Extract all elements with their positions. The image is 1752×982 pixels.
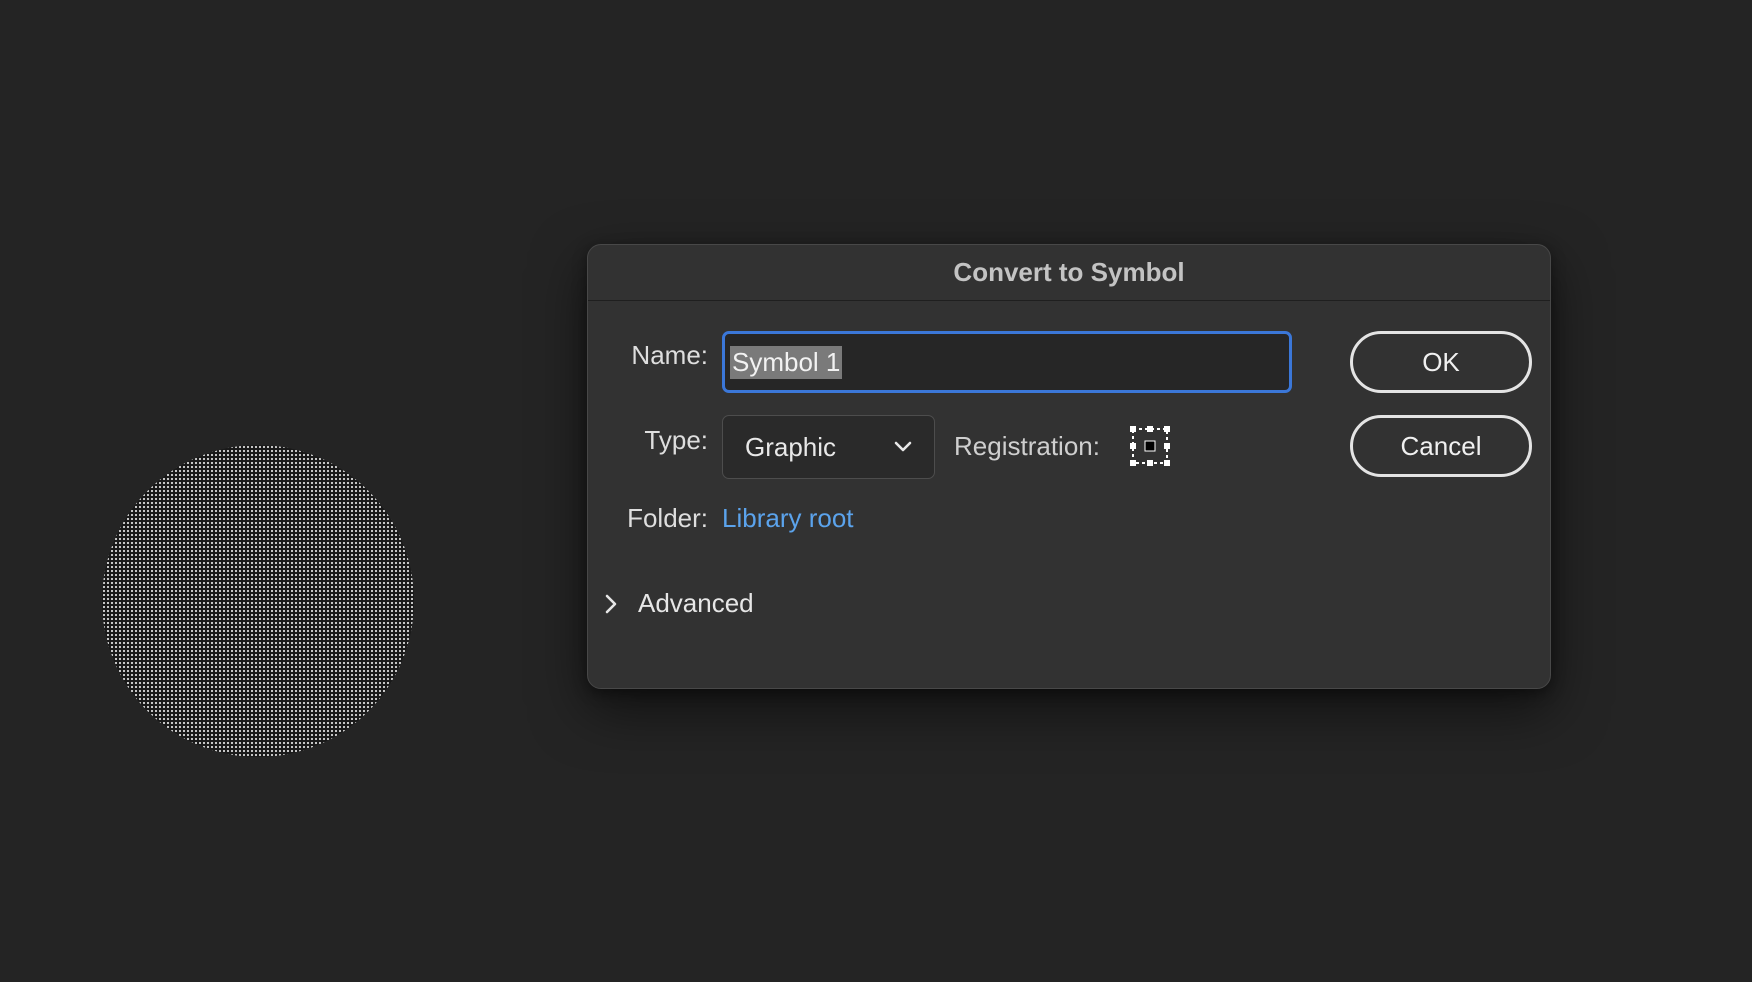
symbol-type-select[interactable]: Graphic [722, 415, 935, 479]
cancel-button[interactable]: Cancel [1350, 415, 1532, 477]
advanced-toggle[interactable]: Advanced [604, 588, 754, 619]
registration-label: Registration: [954, 431, 1100, 461]
name-label: Name: [631, 340, 708, 370]
folder-label: Folder: [627, 503, 708, 533]
stage: Convert to Symbol Name: Symbol 1 Type: G… [0, 0, 1752, 982]
convert-to-symbol-dialog: Convert to Symbol Name: Symbol 1 Type: G… [587, 244, 1551, 689]
symbol-name-input[interactable]: Symbol 1 [722, 331, 1292, 393]
advanced-label: Advanced [638, 588, 754, 618]
chevron-down-icon [894, 441, 912, 452]
chevron-right-icon [605, 594, 617, 613]
ok-button[interactable]: OK [1350, 331, 1532, 393]
dialog-titlebar[interactable]: Convert to Symbol [588, 245, 1550, 301]
selected-circle-shape[interactable] [102, 445, 414, 757]
registration-grid-icon[interactable] [1130, 426, 1170, 466]
folder-library-root-link[interactable]: Library root [722, 503, 854, 534]
type-label: Type: [644, 425, 708, 455]
symbol-name-value: Symbol 1 [730, 345, 843, 379]
symbol-type-value: Graphic [745, 431, 837, 462]
dialog-title: Convert to Symbol [953, 257, 1185, 287]
